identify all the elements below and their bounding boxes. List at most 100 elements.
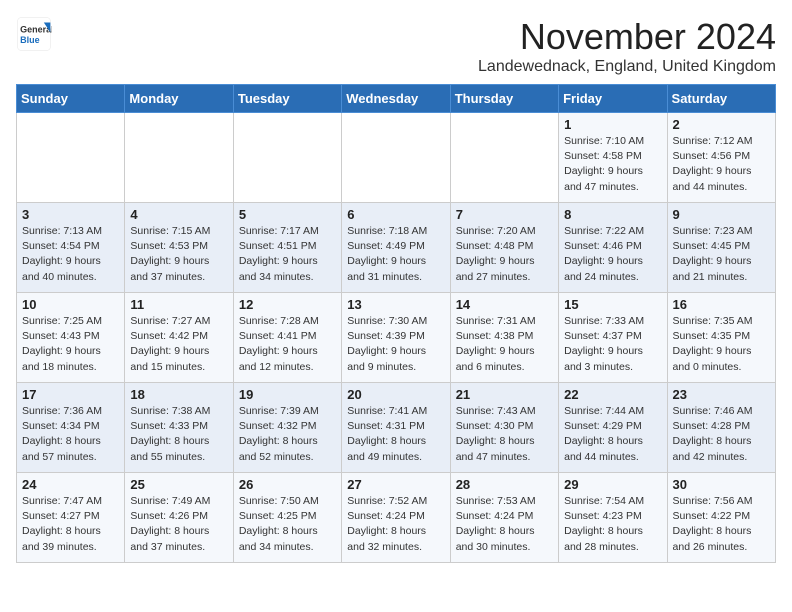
calendar-cell: 27 Sunrise: 7:52 AM Sunset: 4:24 PM Dayli… bbox=[342, 473, 450, 563]
day-header-tuesday: Tuesday bbox=[233, 85, 341, 113]
day-info: Sunrise: 7:18 AM Sunset: 4:49 PM Dayligh… bbox=[347, 224, 444, 285]
day-number: 12 bbox=[239, 297, 336, 312]
calendar-cell: 21Sunrise: 7:43 AM Sunset: 4:30 PM Dayli… bbox=[450, 383, 558, 473]
day-header-sunday: Sunday bbox=[17, 85, 125, 113]
logo: General Blue bbox=[16, 16, 52, 52]
day-info: Sunrise: 7:56 AM Sunset: 4:22 PM Dayligh… bbox=[673, 494, 770, 555]
calendar-cell: 24 Sunrise: 7:47 AM Sunset: 4:27 PM Dayli… bbox=[17, 473, 125, 563]
day-info: Sunrise: 7:28 AM Sunset: 4:41 PM Dayligh… bbox=[239, 314, 336, 375]
calendar-week-row: 17 Sunrise: 7:36 AM Sunset: 4:34 PM Dayli… bbox=[17, 383, 776, 473]
day-number: 9 bbox=[673, 207, 770, 222]
day-info: Sunrise: 7:53 AM Sunset: 4:24 PM Dayligh… bbox=[456, 494, 553, 555]
calendar-cell bbox=[342, 113, 450, 203]
day-number: 8 bbox=[564, 207, 661, 222]
calendar-cell: 18 Sunrise: 7:38 AM Sunset: 4:33 PM Dayli… bbox=[125, 383, 233, 473]
day-info: Sunrise: 7:15 AM Sunset: 4:53 PM Dayligh… bbox=[130, 224, 227, 285]
day-number: 1 bbox=[564, 117, 661, 132]
calendar-header-row: SundayMondayTuesdayWednesdayThursdayFrid… bbox=[17, 85, 776, 113]
calendar-cell: 11Sunrise: 7:27 AM Sunset: 4:42 PM Dayli… bbox=[125, 293, 233, 383]
day-info: Sunrise: 7:38 AM Sunset: 4:33 PM Dayligh… bbox=[130, 404, 227, 465]
day-number: 21 bbox=[456, 387, 553, 402]
calendar-cell: 26 Sunrise: 7:50 AM Sunset: 4:25 PM Dayli… bbox=[233, 473, 341, 563]
calendar-cell: 5 Sunrise: 7:17 AM Sunset: 4:51 PM Daylig… bbox=[233, 203, 341, 293]
day-number: 14 bbox=[456, 297, 553, 312]
day-info: Sunrise: 7:25 AM Sunset: 4:43 PM Dayligh… bbox=[22, 314, 119, 375]
day-info: Sunrise: 7:12 AM Sunset: 4:56 PM Dayligh… bbox=[673, 134, 770, 195]
day-info: Sunrise: 7:10 AM Sunset: 4:58 PM Dayligh… bbox=[564, 134, 661, 195]
calendar-week-row: 1 Sunrise: 7:10 AM Sunset: 4:58 PM Daylig… bbox=[17, 113, 776, 203]
day-info: Sunrise: 7:54 AM Sunset: 4:23 PM Dayligh… bbox=[564, 494, 661, 555]
day-number: 26 bbox=[239, 477, 336, 492]
day-number: 6 bbox=[347, 207, 444, 222]
calendar-cell bbox=[233, 113, 341, 203]
calendar-cell: 14Sunrise: 7:31 AM Sunset: 4:38 PM Dayli… bbox=[450, 293, 558, 383]
day-number: 17 bbox=[22, 387, 119, 402]
day-number: 11 bbox=[130, 297, 227, 312]
calendar-cell: 29 Sunrise: 7:54 AM Sunset: 4:23 PM Dayli… bbox=[559, 473, 667, 563]
day-info: Sunrise: 7:23 AM Sunset: 4:45 PM Dayligh… bbox=[673, 224, 770, 285]
day-number: 23 bbox=[673, 387, 770, 402]
calendar-cell: 22 Sunrise: 7:44 AM Sunset: 4:29 PM Dayli… bbox=[559, 383, 667, 473]
day-number: 30 bbox=[673, 477, 770, 492]
calendar-week-row: 10 Sunrise: 7:25 AM Sunset: 4:43 PM Dayli… bbox=[17, 293, 776, 383]
calendar-cell: 4 Sunrise: 7:15 AM Sunset: 4:53 PM Daylig… bbox=[125, 203, 233, 293]
calendar-cell: 7 Sunrise: 7:20 AM Sunset: 4:48 PM Daylig… bbox=[450, 203, 558, 293]
calendar-cell: 1 Sunrise: 7:10 AM Sunset: 4:58 PM Daylig… bbox=[559, 113, 667, 203]
day-number: 10 bbox=[22, 297, 119, 312]
day-info: Sunrise: 7:13 AM Sunset: 4:54 PM Dayligh… bbox=[22, 224, 119, 285]
day-number: 29 bbox=[564, 477, 661, 492]
location: Landewednack, England, United Kingdom bbox=[478, 58, 776, 76]
day-number: 18 bbox=[130, 387, 227, 402]
day-info: Sunrise: 7:36 AM Sunset: 4:34 PM Dayligh… bbox=[22, 404, 119, 465]
day-header-saturday: Saturday bbox=[667, 85, 775, 113]
day-info: Sunrise: 7:30 AM Sunset: 4:39 PM Dayligh… bbox=[347, 314, 444, 375]
day-info: Sunrise: 7:46 AM Sunset: 4:28 PM Dayligh… bbox=[673, 404, 770, 465]
calendar-cell bbox=[17, 113, 125, 203]
day-info: Sunrise: 7:22 AM Sunset: 4:46 PM Dayligh… bbox=[564, 224, 661, 285]
day-number: 3 bbox=[22, 207, 119, 222]
calendar-cell: 6 Sunrise: 7:18 AM Sunset: 4:49 PM Daylig… bbox=[342, 203, 450, 293]
day-info: Sunrise: 7:44 AM Sunset: 4:29 PM Dayligh… bbox=[564, 404, 661, 465]
day-number: 27 bbox=[347, 477, 444, 492]
day-header-thursday: Thursday bbox=[450, 85, 558, 113]
calendar-cell bbox=[450, 113, 558, 203]
calendar-cell: 10 Sunrise: 7:25 AM Sunset: 4:43 PM Dayli… bbox=[17, 293, 125, 383]
calendar-cell: 28 Sunrise: 7:53 AM Sunset: 4:24 PM Dayli… bbox=[450, 473, 558, 563]
day-info: Sunrise: 7:50 AM Sunset: 4:25 PM Dayligh… bbox=[239, 494, 336, 555]
day-number: 22 bbox=[564, 387, 661, 402]
calendar-cell: 25Sunrise: 7:49 AM Sunset: 4:26 PM Dayli… bbox=[125, 473, 233, 563]
day-number: 16 bbox=[673, 297, 770, 312]
day-number: 4 bbox=[130, 207, 227, 222]
calendar-table: SundayMondayTuesdayWednesdayThursdayFrid… bbox=[16, 84, 776, 563]
day-header-wednesday: Wednesday bbox=[342, 85, 450, 113]
calendar-cell: 15Sunrise: 7:33 AM Sunset: 4:37 PM Dayli… bbox=[559, 293, 667, 383]
calendar-cell: 12 Sunrise: 7:28 AM Sunset: 4:41 PM Dayli… bbox=[233, 293, 341, 383]
calendar-cell: 2 Sunrise: 7:12 AM Sunset: 4:56 PM Daylig… bbox=[667, 113, 775, 203]
day-number: 20 bbox=[347, 387, 444, 402]
day-number: 24 bbox=[22, 477, 119, 492]
day-info: Sunrise: 7:20 AM Sunset: 4:48 PM Dayligh… bbox=[456, 224, 553, 285]
day-number: 5 bbox=[239, 207, 336, 222]
calendar-cell: 9 Sunrise: 7:23 AM Sunset: 4:45 PM Daylig… bbox=[667, 203, 775, 293]
day-number: 28 bbox=[456, 477, 553, 492]
day-number: 19 bbox=[239, 387, 336, 402]
calendar-cell: 16 Sunrise: 7:35 AM Sunset: 4:35 PM Dayli… bbox=[667, 293, 775, 383]
day-info: Sunrise: 7:39 AM Sunset: 4:32 PM Dayligh… bbox=[239, 404, 336, 465]
calendar-cell: 23 Sunrise: 7:46 AM Sunset: 4:28 PM Dayli… bbox=[667, 383, 775, 473]
month-title: November 2024 bbox=[478, 16, 776, 58]
day-number: 7 bbox=[456, 207, 553, 222]
day-number: 25 bbox=[130, 477, 227, 492]
day-info: Sunrise: 7:35 AM Sunset: 4:35 PM Dayligh… bbox=[673, 314, 770, 375]
day-number: 2 bbox=[673, 117, 770, 132]
day-info: Sunrise: 7:17 AM Sunset: 4:51 PM Dayligh… bbox=[239, 224, 336, 285]
calendar-cell: 19 Sunrise: 7:39 AM Sunset: 4:32 PM Dayli… bbox=[233, 383, 341, 473]
day-header-friday: Friday bbox=[559, 85, 667, 113]
calendar-cell: 3 Sunrise: 7:13 AM Sunset: 4:54 PM Daylig… bbox=[17, 203, 125, 293]
header: General Blue November 2024 Landewednack,… bbox=[16, 16, 776, 76]
day-info: Sunrise: 7:52 AM Sunset: 4:24 PM Dayligh… bbox=[347, 494, 444, 555]
day-info: Sunrise: 7:41 AM Sunset: 4:31 PM Dayligh… bbox=[347, 404, 444, 465]
day-info: Sunrise: 7:47 AM Sunset: 4:27 PM Dayligh… bbox=[22, 494, 119, 555]
day-header-monday: Monday bbox=[125, 85, 233, 113]
calendar-cell: 13Sunrise: 7:30 AM Sunset: 4:39 PM Dayli… bbox=[342, 293, 450, 383]
day-info: Sunrise: 7:33 AM Sunset: 4:37 PM Dayligh… bbox=[564, 314, 661, 375]
